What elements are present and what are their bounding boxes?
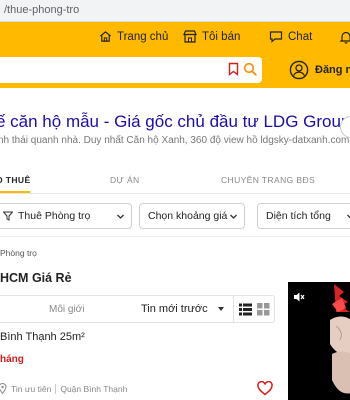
district-label: Quận Bình Thạnh — [60, 383, 128, 394]
home-icon — [100, 31, 111, 42]
nav-chat-label: Chat — [288, 30, 313, 43]
heart-icon[interactable] — [257, 381, 273, 396]
area-filter-label: Diện tích tổng — [266, 210, 331, 222]
ad-banner[interactable]: ế căn hộ mẫu - Giá gốc chủ đầu tư LDG Gr… — [0, 104, 350, 150]
store-icon — [183, 30, 197, 43]
chevron-down-icon — [347, 214, 350, 219]
search-input[interactable] — [0, 57, 262, 83]
search-icon[interactable] — [243, 62, 257, 76]
mute-icon[interactable] — [293, 291, 305, 303]
nav-notification-link[interactable] — [339, 30, 350, 44]
login-label: Đăng nh — [315, 64, 350, 76]
list-view-icon[interactable] — [239, 303, 252, 316]
ad-title[interactable]: ế căn hộ mẫu - Giá gốc chủ đầu tư LDG Gr… — [0, 112, 350, 132]
nav-chat-link[interactable]: Chat — [269, 30, 312, 43]
nav-seller-link[interactable]: Tôi bán — [183, 30, 240, 43]
nav-seller-label: Tôi bán — [202, 30, 241, 43]
page-title: HCM Giá Rẻ — [0, 271, 72, 285]
ad-subtitle: nh thái quanh nhà. Duy nhất Căn hộ Xanh,… — [0, 135, 350, 146]
active-tab-indicator — [0, 191, 30, 193]
sort-bar: Môi giới Tin mới trước — [0, 295, 275, 323]
area-filter[interactable]: Diện tích tổng — [257, 203, 350, 229]
price-filter-label: Chọn khoảng giá — [148, 210, 228, 222]
category-filter-label: Thuê Phòng trọ — [18, 210, 91, 222]
meta-separator — [55, 383, 57, 394]
breadcrumb[interactable]: Phòng trọ — [0, 248, 37, 258]
browser-url-bar[interactable]: /thue-phong-tro — [0, 0, 350, 22]
bookmark-icon[interactable] — [228, 62, 239, 76]
filter-bar: Thuê Phòng trọ Chọn khoảng giá Diện tích… — [0, 200, 350, 232]
tab-rent[interactable]: O THUÊ — [0, 175, 31, 185]
chevron-down-icon — [230, 214, 237, 219]
listing-meta: Tin ưu tiên Quận Bình Thạnh — [0, 383, 127, 394]
sort-caret-icon[interactable] — [218, 307, 224, 311]
nav-home-link[interactable]: Trang chủ — [99, 30, 168, 43]
category-tabs: O THUÊ DỰ ÁN CHUYÊN TRANG BĐS — [0, 168, 350, 194]
listing-title[interactable]: Bình Thạnh 25m² — [0, 331, 85, 343]
video-ad[interactable] — [288, 282, 350, 400]
search-bar-row: Đăng nh — [0, 54, 350, 88]
seller-type-filter[interactable]: Môi giới — [49, 304, 84, 315]
user-icon — [289, 60, 309, 80]
chevron-down-icon — [117, 214, 124, 219]
video-thumbnail — [330, 284, 350, 394]
chat-icon — [269, 31, 283, 43]
tab-real-estate[interactable]: CHUYÊN TRANG BĐS — [221, 175, 315, 185]
category-filter[interactable]: Thuê Phòng trọ — [0, 203, 132, 229]
priority-label: Tin ưu tiên — [11, 383, 52, 394]
nav-home-label: Trang chủ — [117, 30, 169, 43]
url-text: /thue-phong-tro — [4, 4, 80, 16]
sort-select[interactable]: Tin mới trước — [141, 303, 208, 315]
login-button[interactable]: Đăng nh — [289, 60, 350, 80]
listing-price: háng — [0, 354, 24, 365]
price-filter[interactable]: Chọn khoảng giá — [139, 203, 245, 229]
grid-view-icon[interactable] — [257, 303, 270, 316]
pin-icon — [0, 383, 7, 394]
bell-icon — [339, 31, 350, 44]
top-nav-bar: Trang chủ Tôi bán Chat — [0, 22, 350, 54]
section-divider — [0, 236, 350, 237]
filter-icon — [3, 211, 13, 221]
tab-projects[interactable]: DỰ ÁN — [110, 175, 140, 185]
sort-divider — [233, 296, 234, 322]
